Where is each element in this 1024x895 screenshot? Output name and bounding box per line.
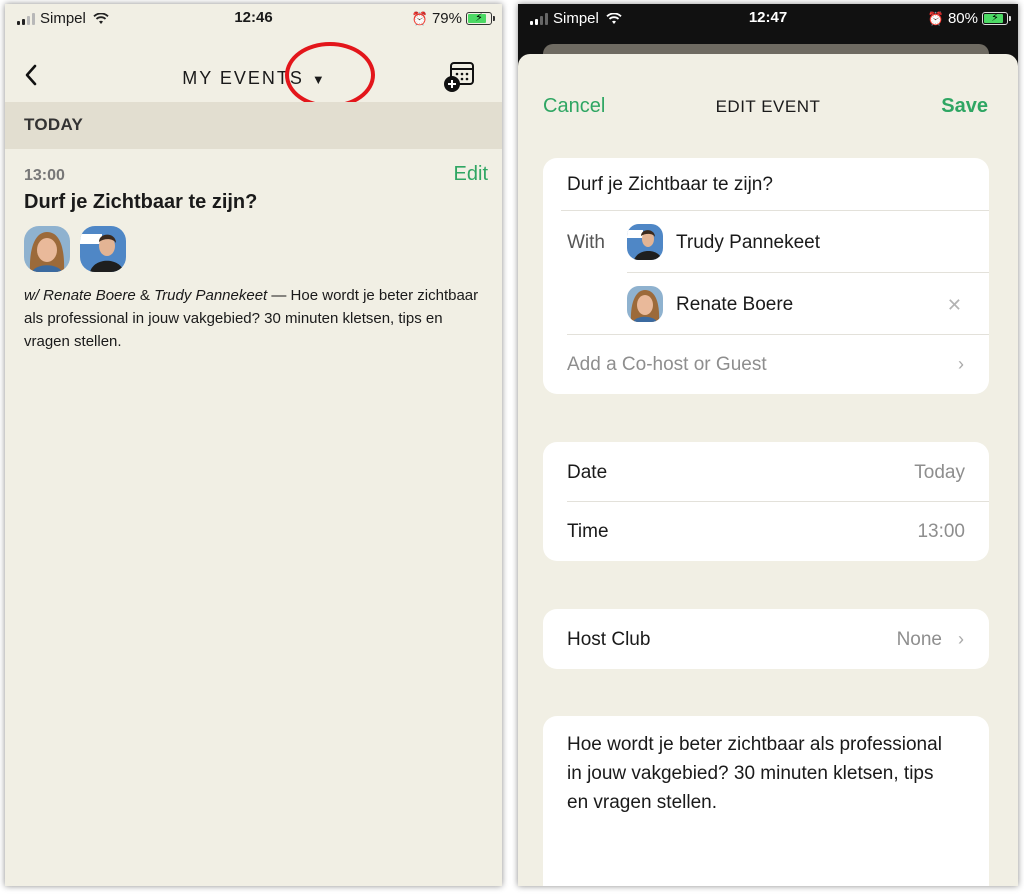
event-name-field[interactable]: Durf je Zichtbaar te zijn? xyxy=(567,174,989,196)
calendar-plus-icon[interactable] xyxy=(442,60,476,94)
status-right: ⏰ 79% ⚡ xyxy=(411,10,495,27)
description-card: Hoe wordt je beter zichtbaar als profess… xyxy=(543,716,989,886)
desc-with-prefix: w/ xyxy=(24,287,44,304)
battery-percent: 79% xyxy=(431,10,462,27)
desc-host-1[interactable]: Renate Boere xyxy=(43,287,136,304)
alarm-icon: ⏰ xyxy=(411,10,428,26)
battery-percent: 80% xyxy=(947,10,978,27)
time-label: Time xyxy=(567,521,609,542)
edit-event-sheet: Cancel EDIT EVENT Save Durf je Zichtbaar… xyxy=(518,54,1018,886)
event-item[interactable]: 13:00 Edit Durf je Zichtbaar te zijn? w/… xyxy=(24,163,488,353)
guest-name-renate[interactable]: Renate Boere xyxy=(676,294,793,316)
battery-icon: ⚡ xyxy=(982,12,1011,25)
section-header-today: TODAY xyxy=(5,102,502,149)
alarm-icon: ⏰ xyxy=(927,10,944,26)
event-description: w/ Renate Boere & Trudy Pannekeet — Hoe … xyxy=(24,284,484,353)
event-title: Durf je Zichtbaar te zijn? xyxy=(24,191,258,213)
status-bar: Simpel 12:46 ⏰ 79% ⚡ xyxy=(5,4,502,32)
chevron-right-icon: › xyxy=(958,354,964,374)
host-club-label: Host Club xyxy=(567,629,651,650)
battery-icon: ⚡ xyxy=(466,12,495,25)
save-button[interactable]: Save xyxy=(941,95,988,118)
event-details-card: Durf je Zichtbaar te zijn? With Trudy Pa… xyxy=(543,158,989,394)
date-time-card: Date Today Time 13:00 xyxy=(543,442,989,561)
date-label: Date xyxy=(567,462,608,483)
nav-bar: MY EVENTS ▼ xyxy=(5,32,502,102)
avatar-trudy[interactable] xyxy=(80,226,126,272)
guest-avatar-trudy xyxy=(627,224,663,260)
annotation-circle xyxy=(285,42,375,108)
guest-name-trudy[interactable]: Trudy Pannekeet xyxy=(676,232,820,254)
event-time: 13:00 xyxy=(24,167,65,184)
edit-event-screen: Simpel 12:47 ⏰ 80% ⚡ Cancel EDIT EVENT S… xyxy=(518,4,1018,886)
events-filter-dropdown[interactable]: MY EVENTS ▼ xyxy=(5,68,502,89)
status-bar: Simpel 12:47 ⏰ 80% ⚡ xyxy=(518,4,1018,32)
status-right: ⏰ 80% ⚡ xyxy=(927,10,1011,27)
with-label: With xyxy=(567,232,605,253)
chevron-right-icon: › xyxy=(958,629,964,649)
description-field[interactable]: Hoe wordt je beter zichtbaar als profess… xyxy=(567,730,959,817)
time-value[interactable]: 13:00 xyxy=(917,521,965,543)
desc-host-2[interactable]: Trudy Pannekeet xyxy=(154,287,267,304)
close-icon[interactable]: ✕ xyxy=(947,295,962,316)
host-avatars xyxy=(24,226,488,272)
add-cohost-button[interactable]: Add a Co-host or Guest xyxy=(567,354,767,376)
desc-amp: & xyxy=(135,287,155,304)
sheet-nav: Cancel EDIT EVENT Save xyxy=(518,54,1018,154)
edit-event-button[interactable]: Edit xyxy=(454,163,488,186)
guest-avatar-renate xyxy=(627,286,663,322)
host-club-value: None xyxy=(896,629,942,650)
host-club-card[interactable]: Host Club None › xyxy=(543,609,989,669)
date-value[interactable]: Today xyxy=(914,462,965,484)
my-events-screen: Simpel 12:46 ⏰ 79% ⚡ MY EVENTS ▼ TODAY 1… xyxy=(5,4,502,886)
avatar-renate[interactable] xyxy=(24,226,70,272)
